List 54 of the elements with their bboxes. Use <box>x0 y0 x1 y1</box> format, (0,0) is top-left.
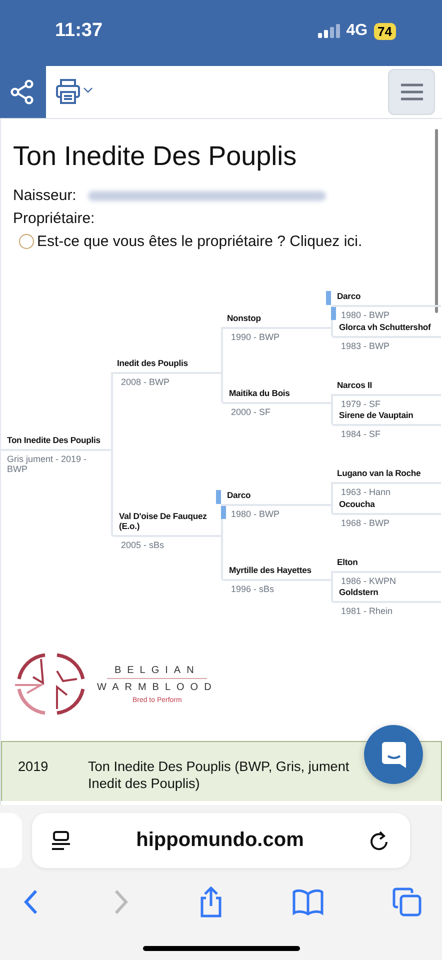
horse-info: 1979 - SF <box>340 398 382 409</box>
reload-icon[interactable] <box>368 830 390 852</box>
horse-info: 1986 - KWPN <box>340 574 398 586</box>
url-text: hippomundo.com <box>136 829 304 852</box>
horse-name[interactable]: Nonstop <box>216 313 331 328</box>
offspring-text: Ton Inedite Des Pouplis (BWP, Gris, jument <box>88 759 350 774</box>
horse-name[interactable]: Ton Inedite Des Pouplis <box>1 434 111 448</box>
menu-icon <box>400 82 424 102</box>
owner-label: Propriétaire: <box>13 210 95 227</box>
horse-name[interactable]: Darco <box>326 291 441 306</box>
horse-name[interactable]: Darco <box>216 490 331 504</box>
menu-button[interactable] <box>388 69 435 115</box>
radio-button[interactable] <box>19 234 34 249</box>
offspring-text: Inedit des Pouplis) <box>88 776 201 791</box>
chat-button[interactable] <box>364 725 423 784</box>
claim-owner-link[interactable]: Est-ce que vous êtes le propriétaire ? Cliquez ici. <box>37 233 362 250</box>
horse-name[interactable]: Val D'oise De Fauquez (E.o.) <box>108 511 221 535</box>
bookmarks-icon[interactable] <box>292 888 324 916</box>
address-bar[interactable]: hippomundo.com <box>32 813 410 868</box>
horse-name[interactable]: Lugano van la Roche <box>326 468 441 482</box>
share-button[interactable] <box>0 66 46 118</box>
share-icon[interactable] <box>198 886 224 918</box>
horse-info: 1980 - BWP <box>221 506 331 520</box>
horse-name[interactable]: Glorca vh Schuttershof <box>328 322 441 336</box>
printer-icon <box>55 78 95 106</box>
horse-info: 2008 - BWP <box>120 376 171 386</box>
horse-info: 2005 - sBs <box>120 539 166 550</box>
logo-text: BELGIAN <box>107 664 208 678</box>
horse-name[interactable]: Inedit des Pouplis <box>106 358 221 372</box>
horse-name[interactable]: Ocoucha <box>328 498 441 513</box>
horse-info: 1996 - sBs <box>230 583 276 594</box>
signal-icon <box>318 24 340 38</box>
horse-info: 2000 - SF <box>230 406 272 418</box>
network-label: 4G <box>346 22 368 40</box>
horse-info: 1963 - Hann <box>340 486 392 498</box>
horse-info: 1980 - BWP <box>331 307 441 320</box>
year-text: 2019 <box>18 759 50 776</box>
horse-info: Gris jument - 2019 - BWP <box>6 452 88 474</box>
horse-info: 1968 - BWP <box>340 516 391 528</box>
logo-text: WARMBLOOD <box>97 680 218 692</box>
horse-name[interactable]: Sirene de Vauptain <box>328 410 441 424</box>
horse-info: 1984 - SF <box>340 428 382 440</box>
share-nodes-icon <box>10 79 36 105</box>
clock-time: 11:37 <box>55 20 103 42</box>
horse-name[interactable]: Goldstern <box>328 587 441 602</box>
horse-info: 1990 - BWP <box>230 331 281 342</box>
reader-icon[interactable] <box>50 830 72 852</box>
tabs-icon[interactable] <box>392 887 422 917</box>
chat-icon <box>380 740 406 768</box>
horse-name-heading: Ton Inedite Des Pouplis <box>13 141 298 172</box>
breeder-label: Naisseur: <box>13 187 76 204</box>
horse-info: 1983 - BWP <box>340 340 391 351</box>
battery-indicator: 74 <box>374 22 396 40</box>
horse-info: 1981 - Rhein <box>340 605 394 616</box>
